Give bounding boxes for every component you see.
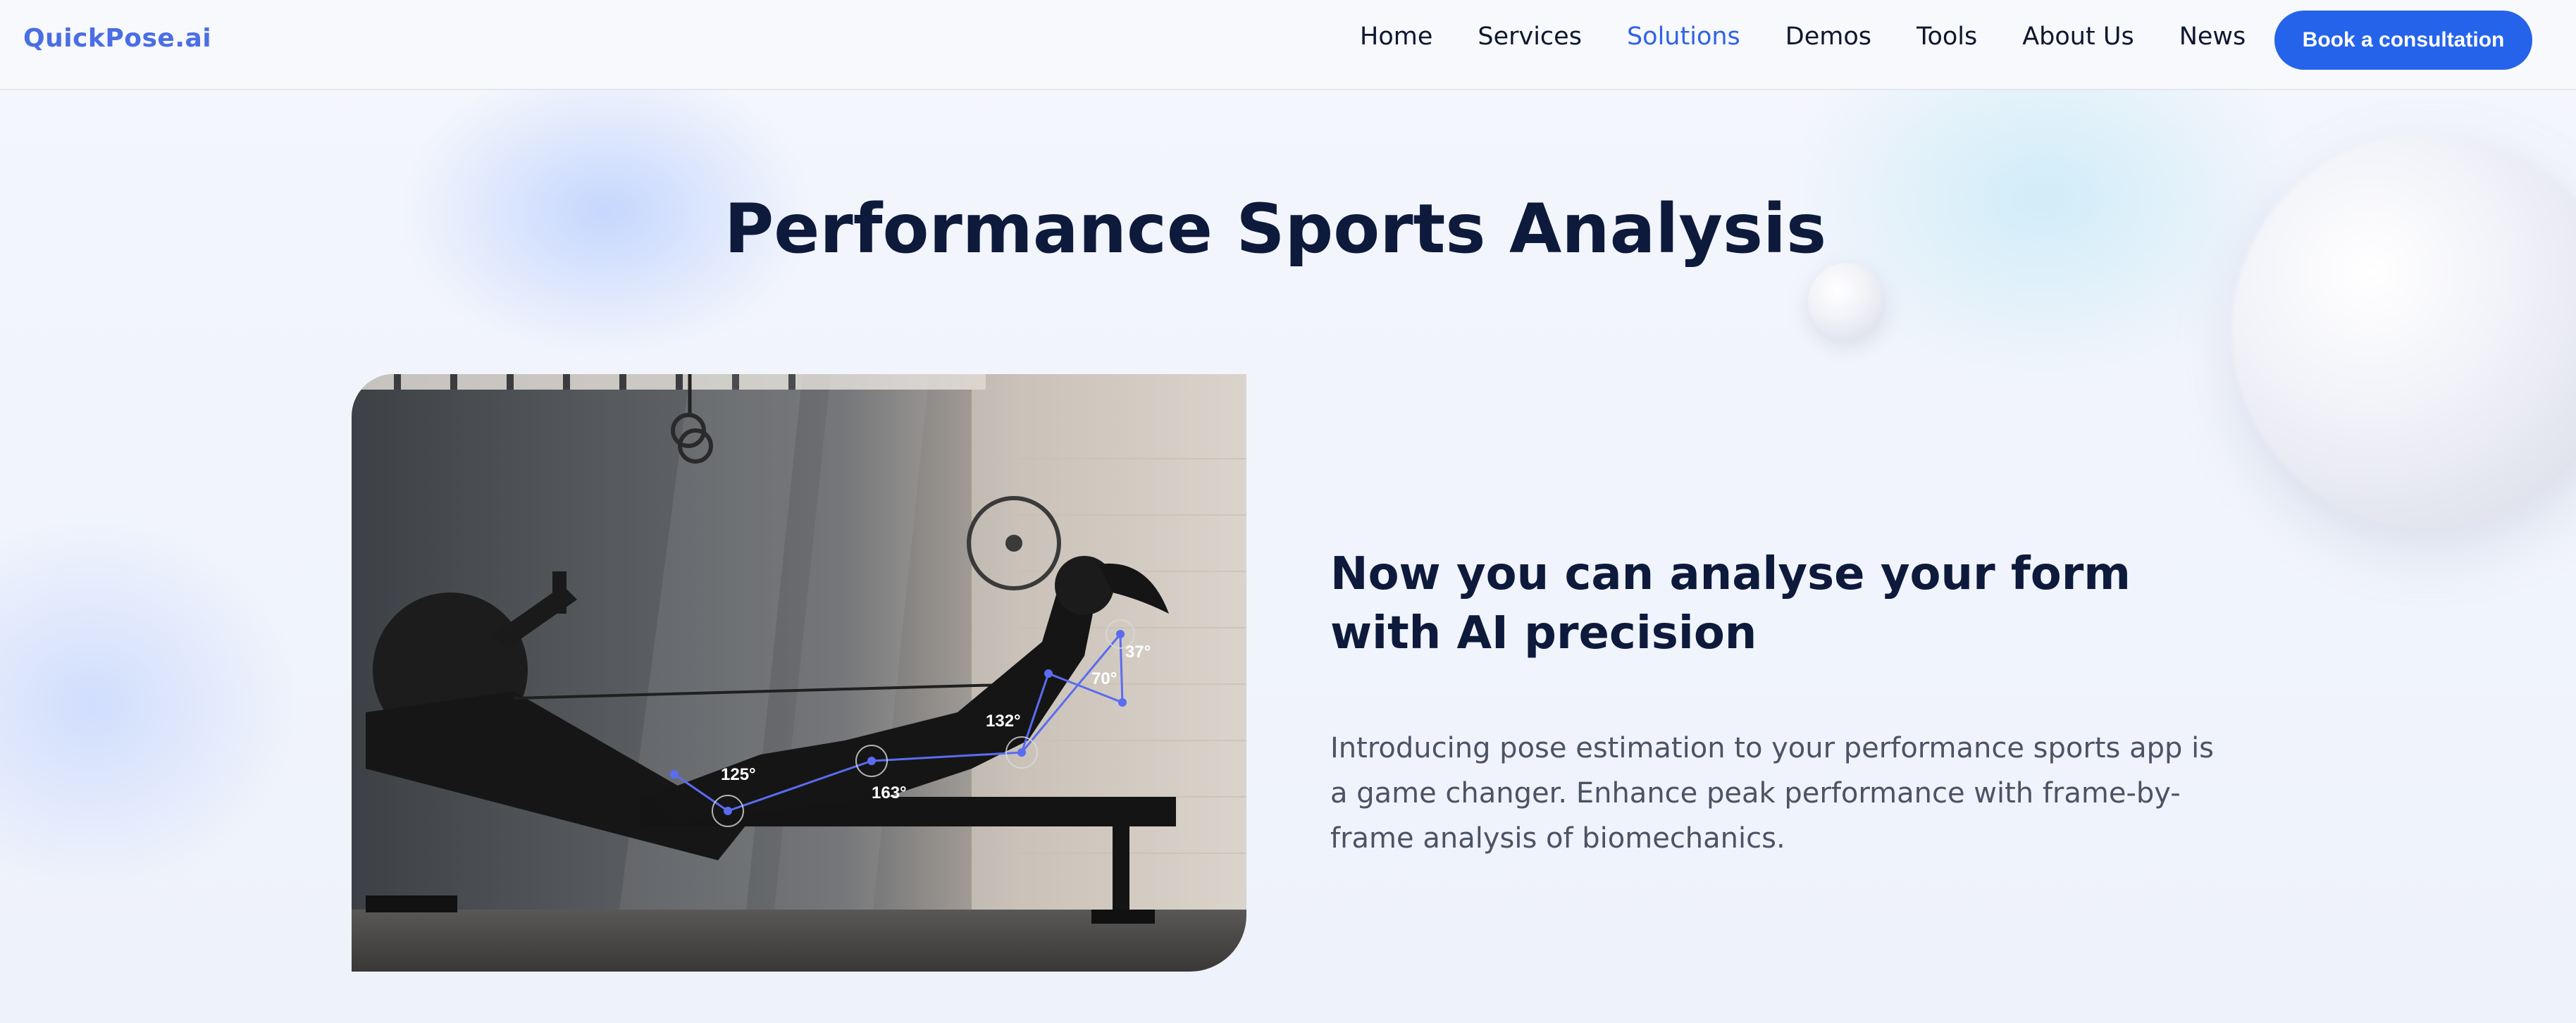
nav-about-us[interactable]: About Us <box>2022 23 2134 51</box>
section-subheading: Now you can analyse your form with AI pr… <box>1330 548 2131 660</box>
decorative-sphere-small <box>1808 263 1885 340</box>
page-title: Performance Sports Analysis <box>724 190 1827 269</box>
angle-label: 37° <box>1125 643 1151 662</box>
main-nav: Home Services Solutions Demos Tools Abou… <box>1360 23 2246 51</box>
angle-label: 125° <box>721 765 756 784</box>
angle-label: 163° <box>872 783 907 802</box>
nav-services[interactable]: Services <box>1478 23 1582 51</box>
nav-home[interactable]: Home <box>1360 23 1432 51</box>
nav-demos[interactable]: Demos <box>1785 23 1871 51</box>
nav-tools[interactable]: Tools <box>1916 23 1977 51</box>
section-description: Introducing pose estimation to your perf… <box>1330 732 2215 855</box>
site-header: QuickPose.ai Home Services Solutions Dem… <box>0 0 2576 90</box>
nav-solutions[interactable]: Solutions <box>1627 23 1740 51</box>
angle-label: 70° <box>1091 669 1117 688</box>
book-consultation-button[interactable]: Book a consultation <box>2274 11 2532 70</box>
rowing-illustration: 125° 163° 132° 70° 37° <box>352 374 1246 972</box>
angle-label: 132° <box>986 712 1021 731</box>
nav-news[interactable]: News <box>2179 23 2246 51</box>
hero-image: 125° 163° 132° 70° 37° <box>352 374 1246 972</box>
logo[interactable]: QuickPose.ai <box>23 24 211 53</box>
